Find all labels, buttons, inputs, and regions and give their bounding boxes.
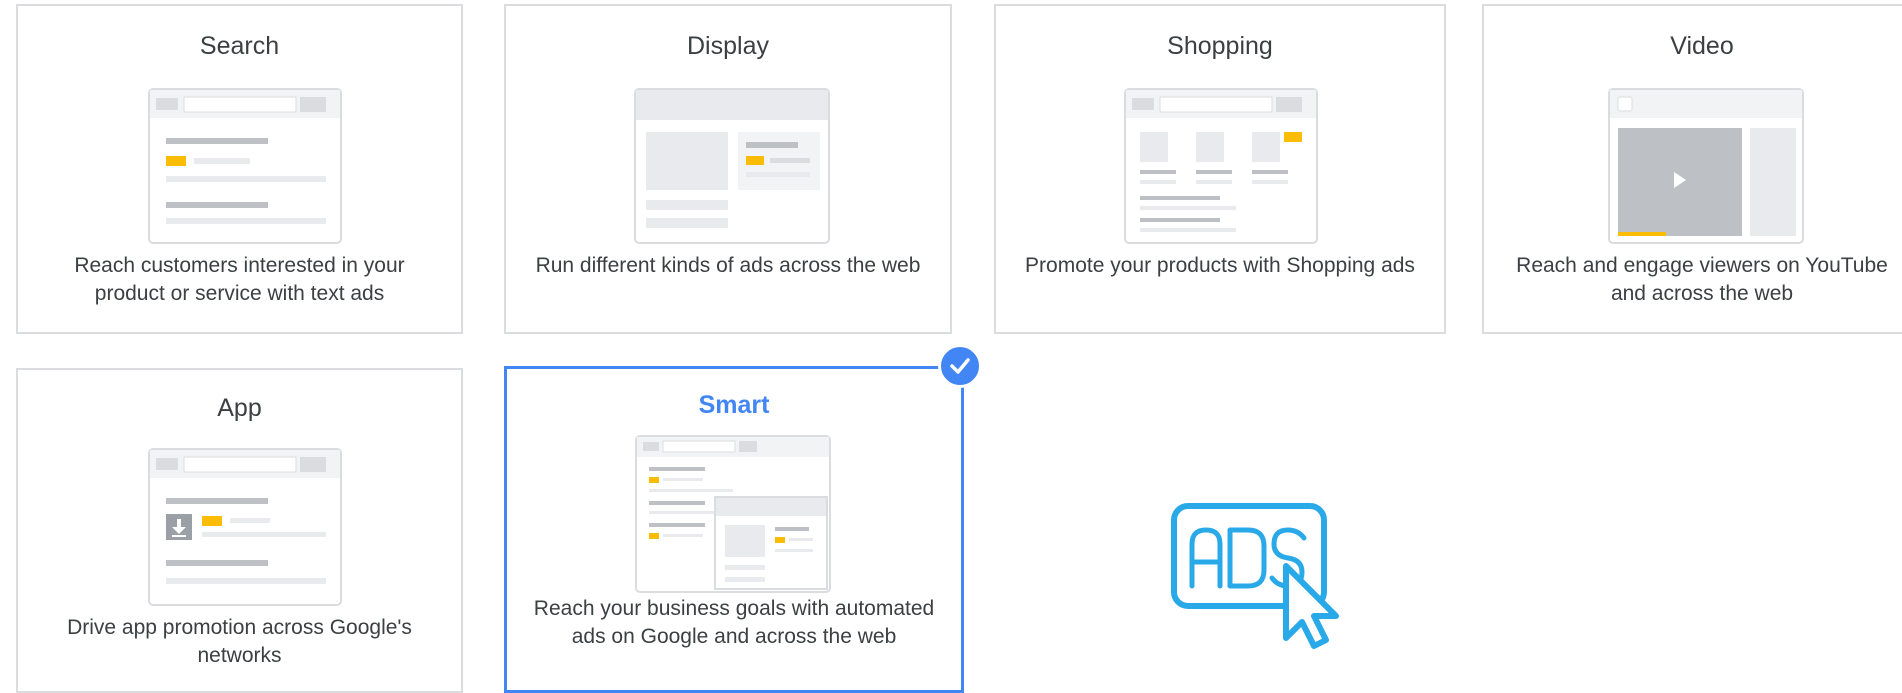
shopping-products-illustration — [1124, 88, 1318, 244]
campaign-card-search[interactable]: Search Reach customers interested in you… — [16, 4, 463, 334]
card-title: Smart — [698, 391, 770, 419]
card-title: Search — [199, 32, 280, 60]
app-download-illustration — [148, 448, 342, 606]
campaign-card-smart[interactable]: Smart Reach your business goals with aut… — [504, 366, 964, 693]
card-title: App — [217, 394, 262, 422]
card-description: Reach customers interested in your produ… — [74, 254, 405, 305]
card-description: Run different kinds of ads across the we… — [535, 254, 921, 277]
smart-campaign-illustration — [635, 435, 831, 593]
video-player-illustration — [1608, 88, 1804, 244]
card-title: Display — [687, 32, 769, 60]
search-results-illustration — [148, 88, 342, 244]
display-webpage-illustration — [634, 88, 830, 244]
campaign-card-display[interactable]: Display Run different kinds of ads acros… — [504, 4, 952, 334]
ads-logo-icon — [1171, 503, 1339, 649]
campaign-card-app[interactable]: App Drive app promotion across Google's … — [16, 368, 463, 693]
campaign-card-shopping[interactable]: Shopping Promote your products with Shop… — [994, 4, 1446, 334]
card-title: Shopping — [1167, 32, 1273, 60]
card-description: Drive app promotion across Google's netw… — [67, 616, 412, 667]
card-description: Reach your business goals with automated… — [533, 597, 935, 648]
campaign-card-video[interactable]: Video Reach and engage viewers on YouTub… — [1482, 4, 1902, 334]
card-description: Reach and engage viewers on YouTube and … — [1516, 254, 1888, 305]
card-description: Promote your products with Shopping ads — [1025, 254, 1415, 277]
selected-checkmark-icon — [938, 344, 982, 388]
card-title: Video — [1670, 32, 1734, 60]
